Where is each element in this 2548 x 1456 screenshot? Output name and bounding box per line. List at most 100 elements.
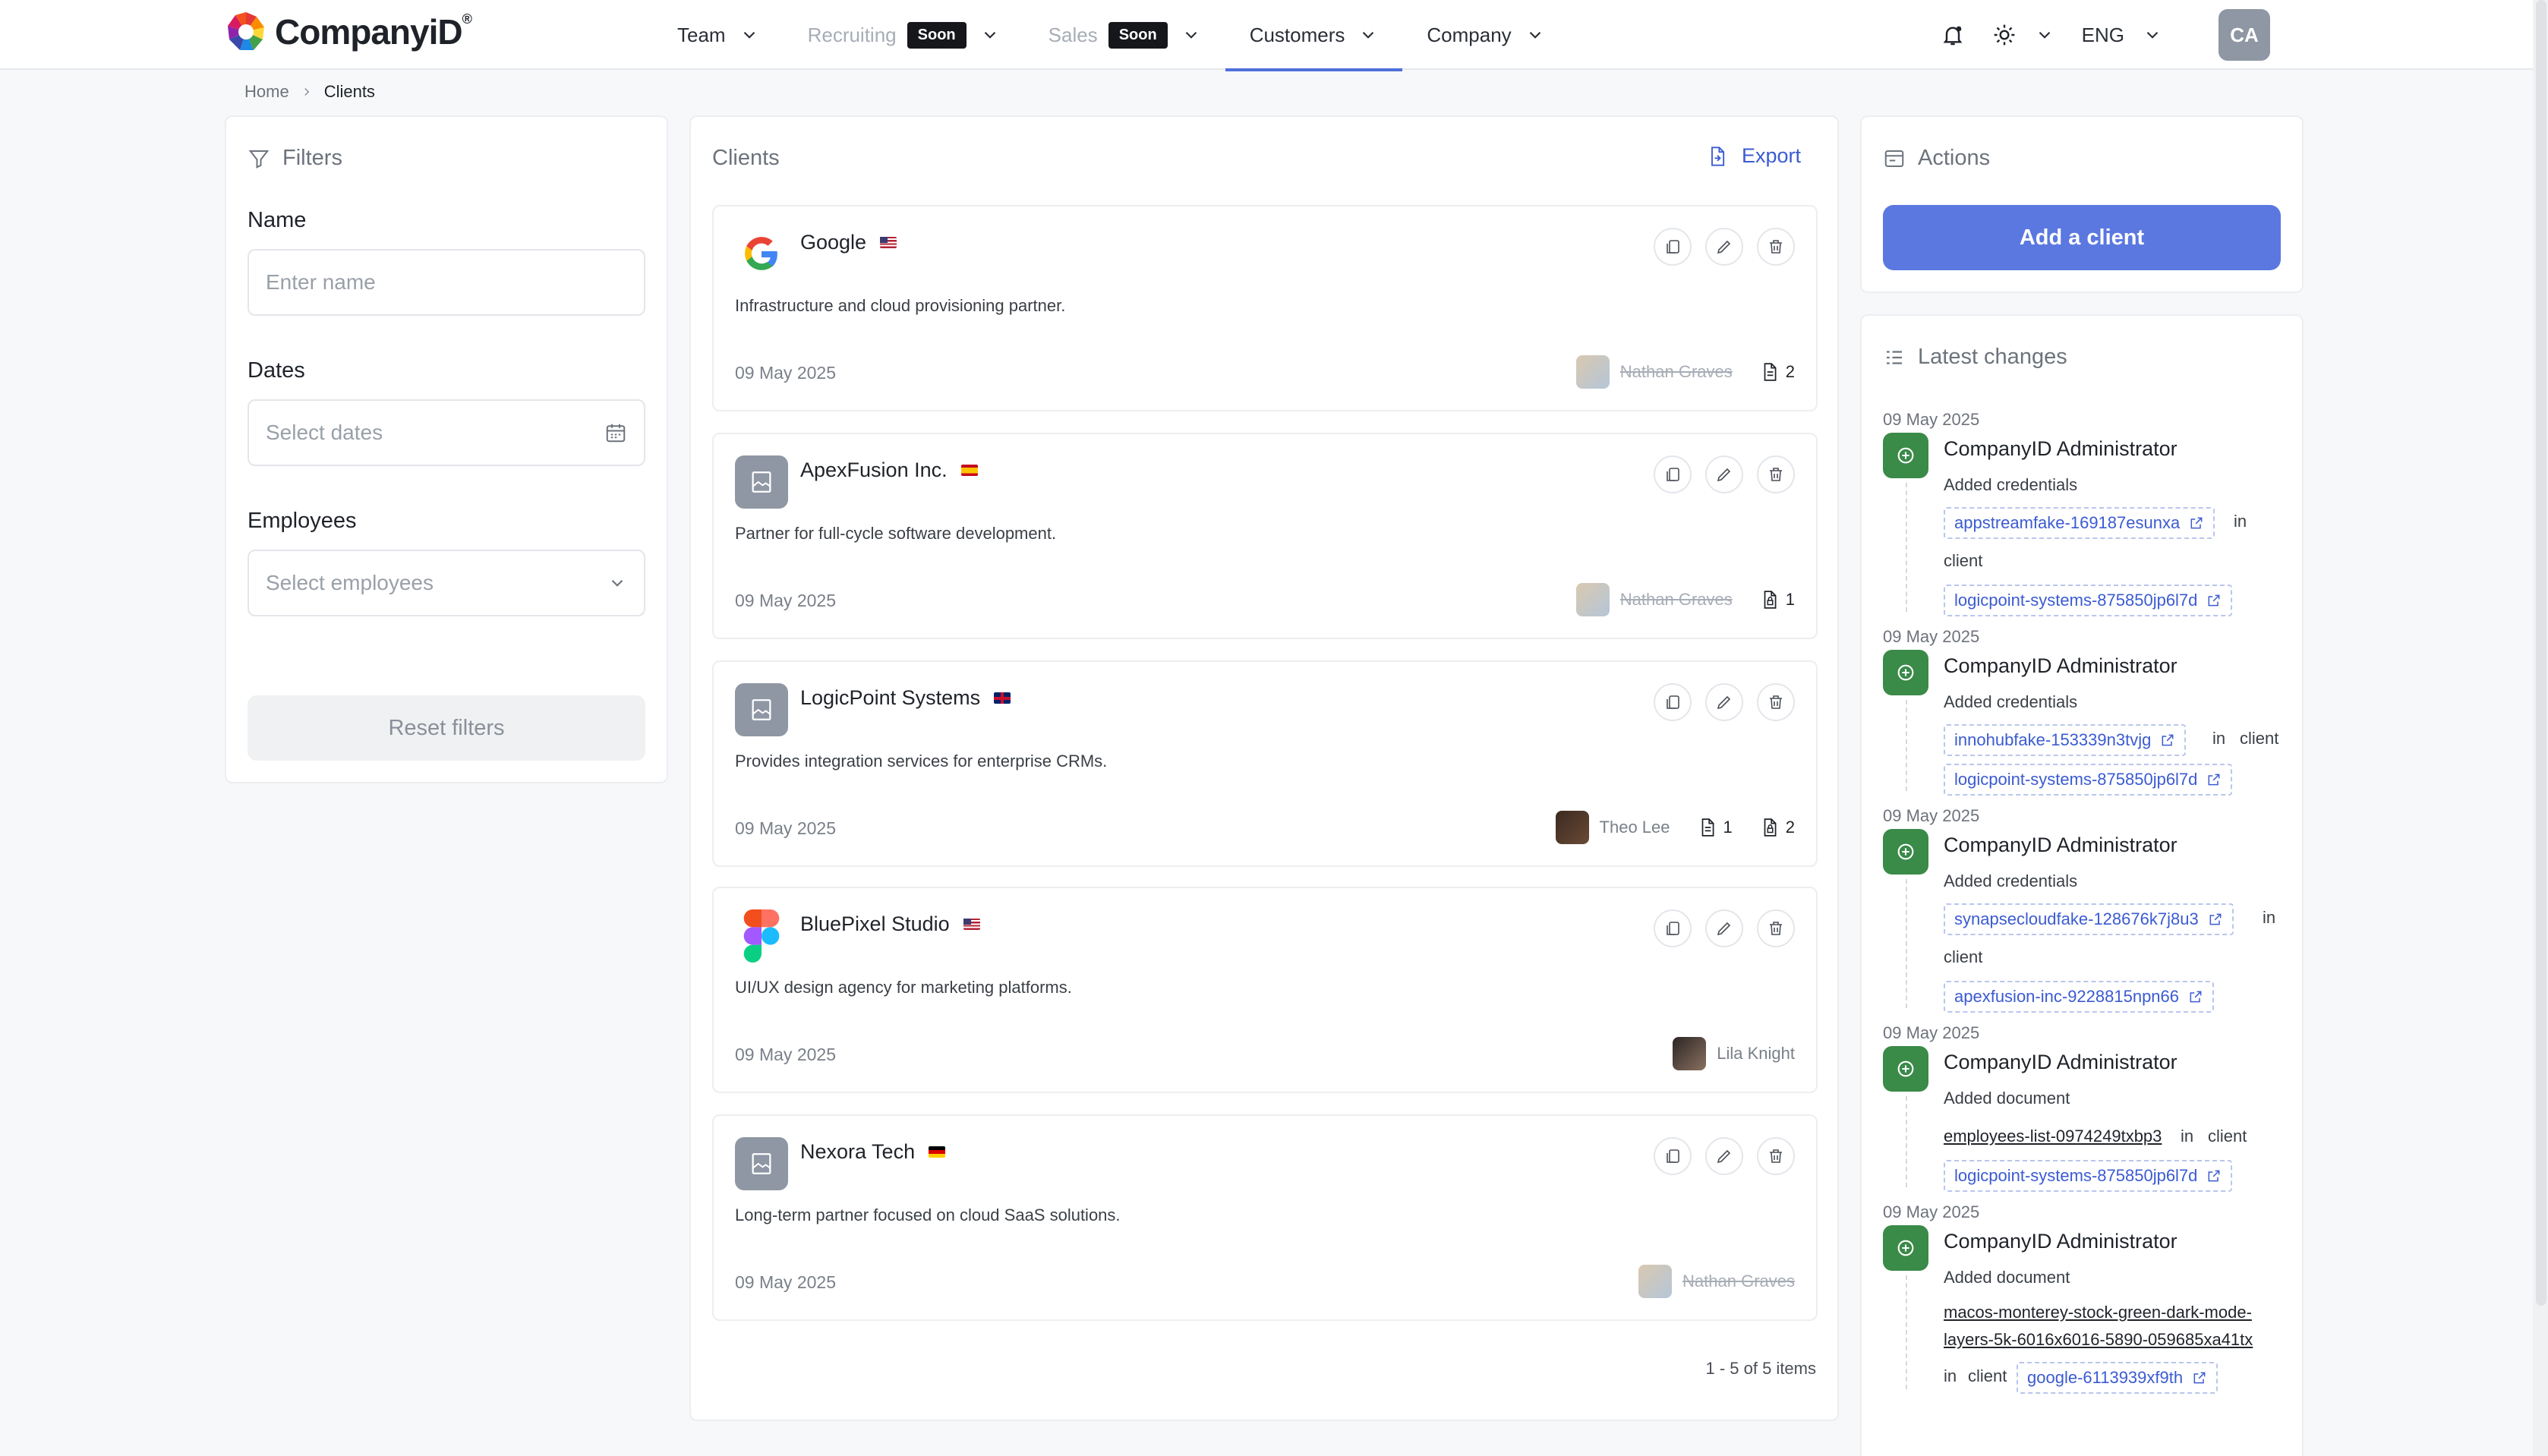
actions-icon — [1884, 150, 1904, 167]
nav-sales[interactable]: Sales Soon — [1024, 0, 1225, 70]
client-card-logicpoint[interactable]: LogicPoint Systems Provides integration … — [712, 660, 1818, 867]
client-card-apexfusion[interactable]: ApexFusion Inc. Partner for full-cycle s… — [712, 433, 1818, 639]
edit-button[interactable] — [1705, 909, 1743, 947]
external-link-icon — [2209, 913, 2222, 925]
client-card-google[interactable]: Google Infrastructure and cloud provisio… — [712, 205, 1818, 411]
client-name[interactable]: ApexFusion Inc. — [800, 459, 948, 482]
theme-toggle[interactable] — [1979, 0, 2068, 70]
avatar — [1555, 811, 1589, 844]
nav-sales-label: Sales — [1048, 23, 1098, 46]
chevron-down-icon — [2146, 31, 2159, 39]
employees-select[interactable]: Select employees — [248, 550, 645, 616]
credential-name: synapsecloudfake-128676k7j8u3 — [1954, 909, 2199, 928]
nav-recruiting-label: Recruiting — [807, 23, 897, 46]
default-client-logo — [735, 455, 788, 509]
change-date: 09 May 2025 — [1883, 410, 1980, 429]
copy-icon — [1667, 695, 1679, 709]
change-author: CompanyID Administrator — [1944, 437, 2177, 460]
client-chip[interactable]: logicpoint-systems-875850jp6l7d — [1944, 1160, 2233, 1192]
avatar — [1575, 583, 1610, 616]
credential-chip[interactable]: synapsecloudfake-128676k7j8u3 — [1944, 903, 2234, 935]
chevron-right-icon — [304, 87, 309, 96]
client-chip[interactable]: logicpoint-systems-875850jp6l7d — [1944, 585, 2233, 616]
card-actions — [1654, 455, 1795, 493]
external-link-icon — [2209, 1170, 2220, 1182]
client-meta: Nathan Graves 2 — [1575, 355, 1795, 389]
client-link: logicpoint-systems-875850jp6l7d — [1954, 591, 2198, 610]
documents-count: 2 — [1760, 362, 1795, 382]
main-nav: Team Recruiting Soon Sales Soon Customer… — [653, 0, 1569, 71]
credential-chip[interactable]: appstreamfake-169187esunxa — [1944, 507, 2215, 539]
dates-field[interactable]: Select dates — [248, 399, 645, 466]
document-link[interactable]: employees-list-0974249txbp3 — [1944, 1127, 2162, 1146]
nav-customers-label: Customers — [1249, 23, 1345, 46]
figma-icon — [743, 909, 780, 963]
nav-recruiting[interactable]: Recruiting Soon — [784, 0, 1024, 70]
nav-company[interactable]: Company — [1402, 0, 1569, 70]
change-action: Added document — [1944, 1268, 2070, 1287]
nav-team[interactable]: Team — [653, 0, 784, 70]
client-chip[interactable]: apexfusion-inc-9228815npn66 — [1944, 981, 2215, 1013]
delete-button[interactable] — [1757, 683, 1795, 721]
delete-button[interactable] — [1757, 455, 1795, 493]
responsible-person[interactable]: Nathan Graves — [1620, 362, 1733, 382]
credentials-count-value: 2 — [1785, 818, 1795, 837]
scrollbar-thumb[interactable] — [2536, 0, 2546, 1306]
client-card-bluepixel[interactable]: BluePixel Studio UI/UX design agency for… — [712, 887, 1818, 1093]
document-link[interactable]: macos-monterey-stock-green-dark-mode- — [1944, 1303, 2252, 1322]
edit-button[interactable] — [1705, 683, 1743, 721]
client-word: client — [1944, 551, 1983, 570]
breadcrumb-home[interactable]: Home — [244, 82, 289, 102]
flag-us-icon — [963, 919, 980, 930]
client-name[interactable]: BluePixel Studio — [800, 912, 950, 936]
client-name[interactable]: LogicPoint Systems — [800, 686, 980, 710]
client-link: apexfusion-inc-9228815npn66 — [1954, 987, 2180, 1006]
employees-label: Employees — [248, 509, 357, 533]
responsible-person[interactable]: Nathan Graves — [1620, 590, 1733, 610]
change-action: Added credentials — [1944, 475, 2078, 494]
client-name[interactable]: Google — [800, 231, 866, 254]
responsible-person[interactable]: Lila Knight — [1717, 1044, 1795, 1064]
document-link[interactable]: layers-5k-6016x6016-5890-059685xa41tx — [1944, 1330, 2253, 1350]
copy-button[interactable] — [1654, 1137, 1692, 1175]
delete-button[interactable] — [1757, 228, 1795, 266]
name-input[interactable] — [266, 270, 627, 295]
client-name[interactable]: Nexora Tech — [800, 1140, 915, 1164]
dates-label: Dates — [248, 358, 305, 383]
in-word: in — [1944, 1366, 1957, 1385]
page-scrollbar[interactable] — [2533, 0, 2548, 1456]
copy-icon — [1667, 240, 1679, 254]
reset-filters-button[interactable]: Reset filters — [248, 695, 645, 761]
card-actions — [1654, 1137, 1795, 1175]
language-select[interactable]: ENG — [2068, 0, 2176, 70]
client-chip[interactable]: google-6113939xf9th — [2017, 1362, 2218, 1394]
delete-button[interactable] — [1757, 909, 1795, 947]
copy-button[interactable] — [1654, 683, 1692, 721]
copy-button[interactable] — [1654, 909, 1692, 947]
copy-button[interactable] — [1654, 228, 1692, 266]
change-author: CompanyID Administrator — [1944, 1230, 2177, 1253]
delete-button[interactable] — [1757, 1137, 1795, 1175]
nav-customers[interactable]: Customers — [1225, 0, 1403, 71]
client-chip[interactable]: logicpoint-systems-875850jp6l7d — [1944, 764, 2233, 796]
edit-button[interactable] — [1705, 455, 1743, 493]
external-link-icon — [2190, 991, 2202, 1003]
header-actions: ENG CA — [1927, 0, 2270, 70]
client-meta: Theo Lee 1 2 — [1555, 811, 1795, 844]
avatar — [1673, 1037, 1707, 1070]
responsible-person[interactable]: Theo Lee — [1600, 818, 1670, 837]
trash-icon — [1770, 922, 1782, 935]
user-avatar[interactable]: CA — [2218, 9, 2270, 61]
actions-panel: Actions Add a client — [1860, 115, 2304, 293]
copy-button[interactable] — [1654, 455, 1692, 493]
edit-button[interactable] — [1705, 1137, 1743, 1175]
add-client-button[interactable]: Add a client — [1883, 205, 2281, 270]
notifications-button[interactable] — [1927, 0, 1979, 70]
edit-button[interactable] — [1705, 228, 1743, 266]
external-link-icon — [2209, 774, 2220, 786]
responsible-person[interactable]: Nathan Graves — [1682, 1272, 1795, 1291]
export-button[interactable]: Export — [1707, 144, 1801, 168]
logo[interactable]: CompanyiD® — [223, 9, 472, 55]
client-card-nexora[interactable]: Nexora Tech Long-term partner focused on… — [712, 1114, 1818, 1321]
credential-chip[interactable]: innohubfake-153339n3tvjg — [1944, 724, 2187, 756]
